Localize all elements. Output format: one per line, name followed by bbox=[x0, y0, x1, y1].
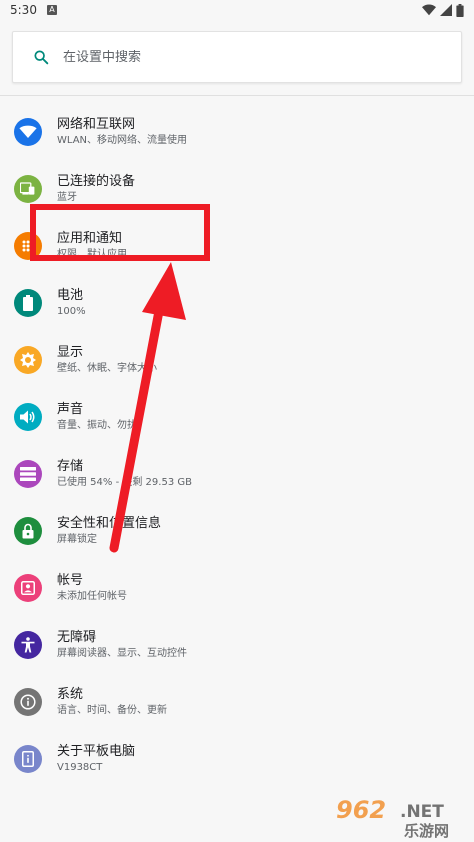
lock-icon bbox=[14, 516, 42, 545]
wifi-status-icon bbox=[422, 4, 436, 16]
battery-icon bbox=[14, 288, 42, 317]
watermark-cn: 乐游网 bbox=[404, 822, 449, 840]
search-input[interactable] bbox=[63, 49, 403, 65]
signal-status-icon bbox=[440, 4, 452, 16]
settings-item-title: 声音 bbox=[57, 401, 84, 417]
settings-item-title: 关于平板电脑 bbox=[57, 743, 136, 759]
settings-item-subtitle: 语言、时间、备份、更新 bbox=[57, 704, 167, 716]
info-icon bbox=[14, 687, 42, 716]
wifi-icon bbox=[14, 117, 42, 146]
settings-item-accessibility[interactable]: 无障碍 屏幕阅读器、显示、互动控件 bbox=[0, 616, 474, 673]
search-bar[interactable] bbox=[12, 31, 462, 83]
devices-icon bbox=[14, 174, 42, 203]
tablet-icon bbox=[14, 744, 42, 773]
account-icon bbox=[14, 573, 42, 602]
settings-item-subtitle: 音量、振动、勿扰 bbox=[57, 419, 137, 431]
settings-item-about-tablet[interactable]: 关于平板电脑 V1938CT bbox=[0, 730, 474, 787]
settings-item-display[interactable]: 显示 壁纸、休眠、字体大小 bbox=[0, 331, 474, 388]
settings-item-title: 电池 bbox=[57, 287, 84, 303]
settings-item-battery[interactable]: 电池 100% bbox=[0, 274, 474, 331]
volume-icon bbox=[14, 402, 42, 431]
search-icon bbox=[34, 50, 49, 65]
watermark-suffix: .NET bbox=[400, 802, 444, 822]
settings-item-subtitle: V1938CT bbox=[57, 761, 103, 773]
annotation-highlight-box bbox=[30, 204, 210, 261]
settings-item-account[interactable]: 帐号 未添加任何帐号 bbox=[0, 559, 474, 616]
settings-item-title: 无障碍 bbox=[57, 629, 97, 645]
settings-item-title: 安全性和位置信息 bbox=[57, 515, 162, 531]
settings-item-title: 网络和互联网 bbox=[57, 116, 136, 132]
storage-icon bbox=[14, 459, 42, 488]
settings-item-title: 存储 bbox=[57, 458, 84, 474]
settings-list: 网络和互联网 WLAN、移动网络、流量使用 已连接的设备 蓝牙 应用和通知 权限… bbox=[0, 96, 474, 787]
settings-item-title: 已连接的设备 bbox=[57, 173, 136, 189]
notification-a-icon: A bbox=[46, 5, 57, 15]
watermark-number: 962 bbox=[336, 796, 386, 824]
settings-item-sound[interactable]: 声音 音量、振动、勿扰 bbox=[0, 388, 474, 445]
settings-item-subtitle: WLAN、移动网络、流量使用 bbox=[57, 134, 188, 146]
settings-item-subtitle: 屏幕锁定 bbox=[57, 533, 97, 545]
settings-item-storage[interactable]: 存储 已使用 54% - 还剩 29.53 GB bbox=[0, 445, 474, 502]
status-time: 5:30 bbox=[10, 3, 37, 17]
settings-item-subtitle: 屏幕阅读器、显示、互动控件 bbox=[57, 647, 187, 659]
settings-item-security-location[interactable]: 安全性和位置信息 屏幕锁定 bbox=[0, 502, 474, 559]
status-bar: 5:30 A bbox=[0, 0, 474, 20]
settings-item-title: 显示 bbox=[57, 344, 84, 360]
settings-item-subtitle: 已使用 54% - 还剩 29.53 GB bbox=[57, 476, 192, 488]
display-icon bbox=[14, 345, 42, 374]
settings-item-subtitle: 壁纸、休眠、字体大小 bbox=[57, 362, 157, 374]
battery-status-icon bbox=[456, 3, 464, 17]
settings-item-subtitle: 未添加任何帐号 bbox=[57, 590, 127, 602]
settings-item-subtitle: 100% bbox=[57, 305, 86, 317]
settings-item-network[interactable]: 网络和互联网 WLAN、移动网络、流量使用 bbox=[0, 103, 474, 160]
settings-item-subtitle: 蓝牙 bbox=[57, 191, 77, 203]
settings-item-system[interactable]: 系统 语言、时间、备份、更新 bbox=[0, 673, 474, 730]
watermark-logo: 962 .NET 乐游网 bbox=[336, 796, 449, 840]
settings-item-title: 帐号 bbox=[57, 572, 84, 588]
settings-item-title: 系统 bbox=[57, 686, 84, 702]
accessibility-icon bbox=[14, 630, 42, 659]
